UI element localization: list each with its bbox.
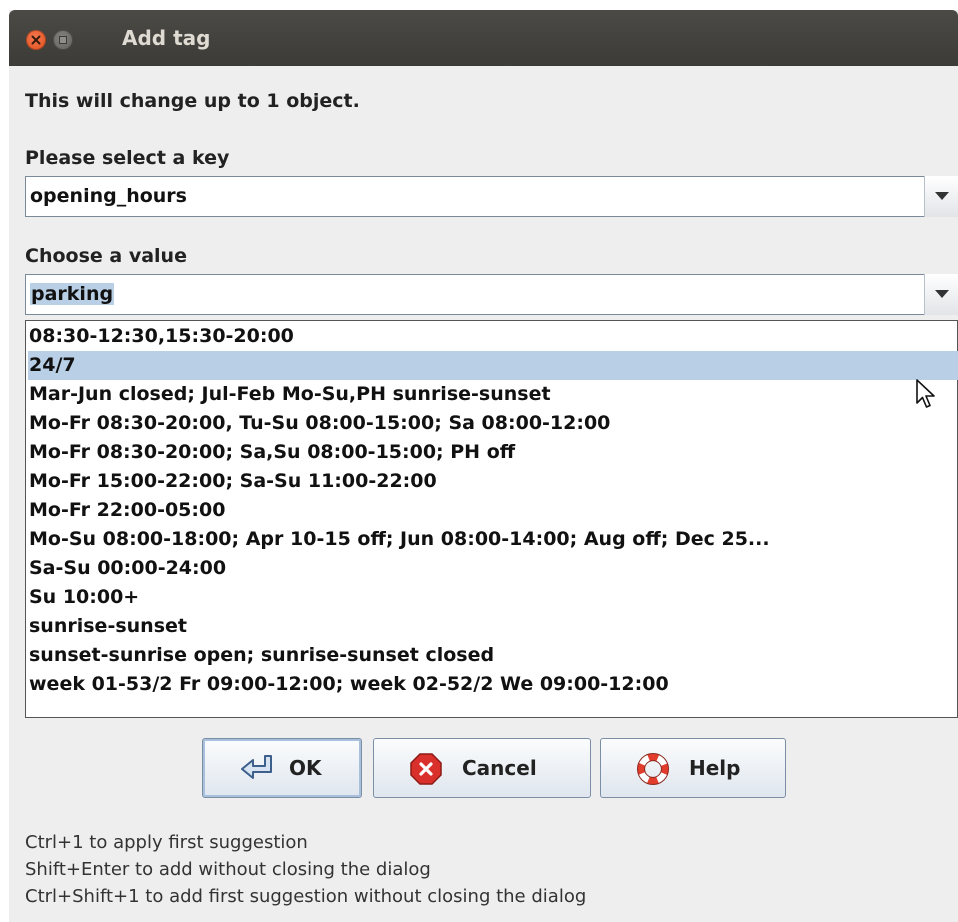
mouse-pointer-icon: [916, 379, 935, 408]
add-tag-dialog: Add tag This will change up to 1 object.…: [9, 10, 958, 922]
value-label: Choose a value: [25, 245, 187, 267]
suggestion-item[interactable]: sunrise-sunset: [28, 612, 958, 641]
hint-text: Ctrl+Shift+1 to add first suggestion wit…: [25, 886, 587, 907]
suggestion-item[interactable]: Su 10:00+: [28, 583, 958, 612]
value-dropdown-button[interactable]: [924, 274, 958, 315]
return-arrow-icon: [241, 755, 272, 779]
help-button[interactable]: Help: [600, 738, 786, 798]
window-title: Add tag: [122, 26, 211, 50]
ok-button[interactable]: OK: [202, 738, 362, 798]
key-combobox[interactable]: opening_hours: [25, 176, 958, 217]
close-icon: [31, 35, 41, 45]
triangle-down-icon: [935, 290, 949, 298]
suggestion-item[interactable]: Mar-Jun closed; Jul-Feb Mo-Su,PH sunrise…: [28, 380, 958, 409]
help-button-label: Help: [689, 756, 741, 780]
suggestion-item[interactable]: Mo-Su 08:00-18:00; Apr 10-15 off; Jun 08…: [28, 525, 958, 554]
title-bar: Add tag: [9, 10, 958, 66]
suggestion-item-highlighted[interactable]: 24/7: [28, 351, 958, 380]
key-dropdown-button[interactable]: [924, 176, 958, 217]
suggestion-item[interactable]: Mo-Fr 15:00-22:00; Sa-Su 11:00-22:00: [28, 467, 958, 496]
info-text: This will change up to 1 object.: [25, 90, 360, 112]
hint-text: Shift+Enter to add without closing the d…: [25, 859, 431, 880]
suggestion-item[interactable]: Mo-Fr 22:00-05:00: [28, 496, 958, 525]
key-value[interactable]: opening_hours: [30, 185, 187, 207]
value-input[interactable]: parking: [30, 283, 115, 305]
stop-sign-icon: [410, 753, 442, 785]
suggestion-item[interactable]: Mo-Fr 08:30-20:00; Sa,Su 08:00-15:00; PH…: [28, 438, 958, 467]
suggestion-list[interactable]: 08:30-12:30,15:30-20:00 24/7 Mar-Jun clo…: [25, 320, 958, 718]
suggestion-item[interactable]: 08:30-12:30,15:30-20:00: [28, 322, 958, 351]
suggestion-item[interactable]: sunset-sunrise open; sunrise-sunset clos…: [28, 641, 958, 670]
cancel-button[interactable]: Cancel: [373, 738, 591, 798]
suggestion-item[interactable]: Mo-Fr 08:30-20:00, Tu-Su 08:00-15:00; Sa…: [28, 409, 958, 438]
ok-button-label: OK: [289, 756, 322, 780]
minimize-window-button[interactable]: [53, 30, 73, 50]
hint-text: Ctrl+1 to apply first suggestion: [25, 832, 308, 853]
cancel-button-label: Cancel: [462, 756, 537, 780]
value-combobox[interactable]: parking: [25, 274, 958, 315]
close-window-button[interactable]: [26, 30, 46, 50]
lifebuoy-icon: [637, 753, 669, 785]
suggestion-item[interactable]: Sa-Su 00:00-24:00: [28, 554, 958, 583]
suggestion-item[interactable]: week 01-53/2 Fr 09:00-12:00; week 02-52/…: [28, 670, 958, 699]
triangle-down-icon: [935, 192, 949, 200]
key-label: Please select a key: [25, 147, 230, 169]
